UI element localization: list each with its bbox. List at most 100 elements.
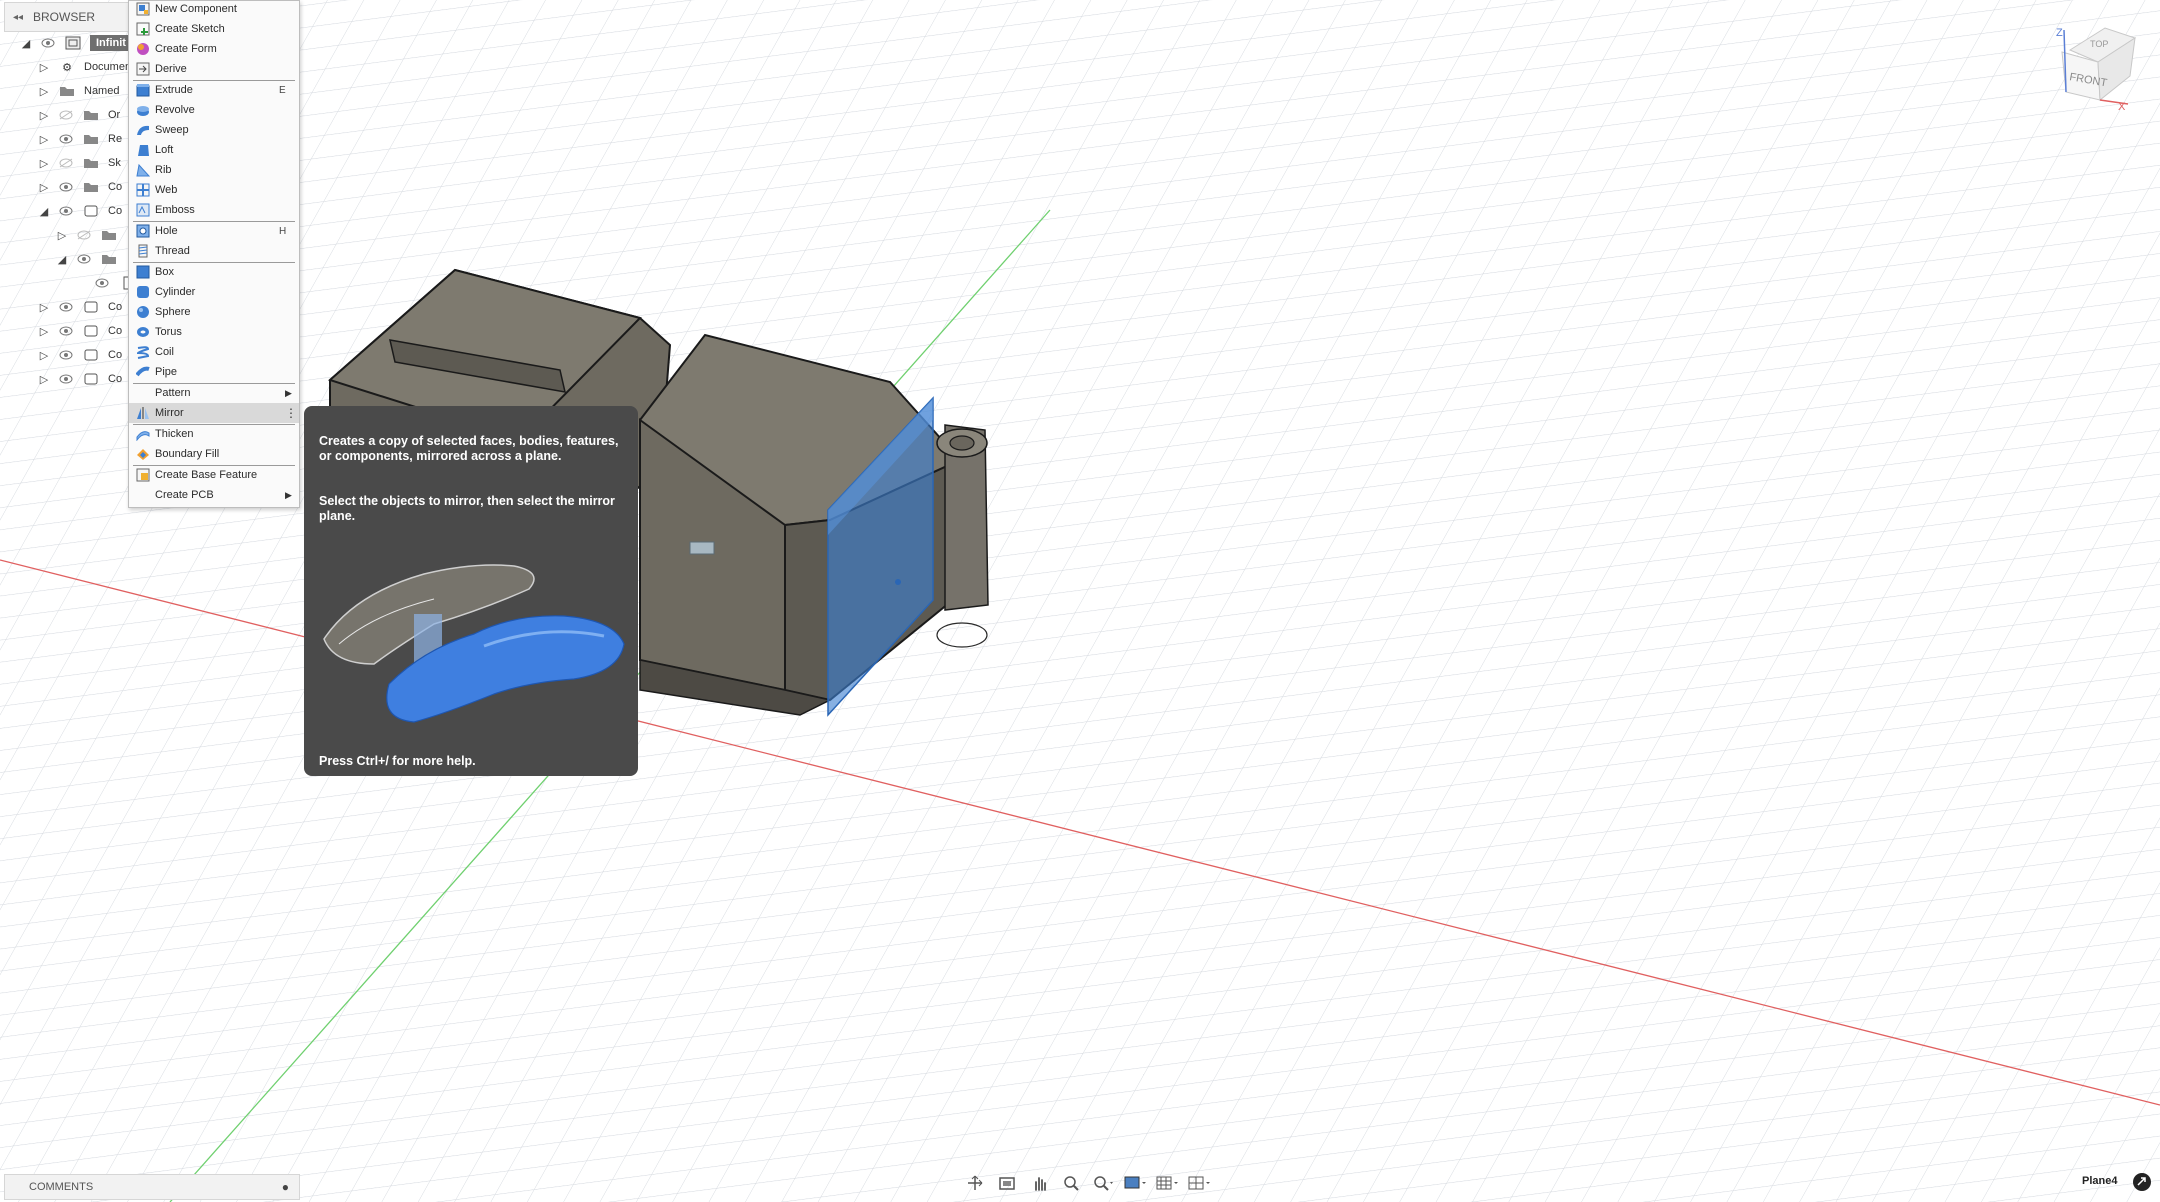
tree-label[interactable]: Co: [108, 349, 122, 361]
more-options-icon[interactable]: ⋮: [285, 406, 299, 420]
menu-item-revolve[interactable]: Revolve: [129, 100, 299, 120]
tree-row-root[interactable]: ◢ Infinit: [20, 32, 132, 54]
tree-label[interactable]: Co: [108, 373, 122, 385]
tree-row-references[interactable]: ▷ Re: [38, 128, 122, 150]
collapse-panel-icon[interactable]: [2132, 1172, 2152, 1197]
grid-settings-icon[interactable]: [1154, 1172, 1180, 1194]
collapse-browser-icon[interactable]: ◂◂: [9, 12, 27, 23]
menu-item-thread[interactable]: Thread: [129, 241, 299, 261]
tree-label[interactable]: Named: [84, 85, 119, 97]
expand-icon[interactable]: ▷: [38, 157, 50, 170]
torus-icon: [135, 324, 151, 340]
tree-label[interactable]: Co: [108, 301, 122, 313]
zoom-icon[interactable]: [1058, 1172, 1084, 1194]
menu-item-torus[interactable]: Torus: [129, 322, 299, 342]
eye-icon[interactable]: [94, 277, 110, 289]
eye-hidden-icon[interactable]: [58, 157, 74, 169]
browser-panel-header[interactable]: ◂◂ BROWSER: [4, 2, 132, 32]
tree-row-component[interactable]: ▷ Co: [38, 344, 122, 366]
menu-item-extrude[interactable]: Extrude E: [129, 80, 299, 100]
eye-icon[interactable]: [58, 133, 74, 145]
menu-item-web[interactable]: Web: [129, 180, 299, 200]
tree-label[interactable]: Sk: [108, 157, 121, 169]
menu-item-pattern[interactable]: Pattern ▶: [129, 383, 299, 403]
eye-hidden-icon[interactable]: [58, 109, 74, 121]
collapse-icon[interactable]: ◢: [20, 37, 32, 50]
eye-icon[interactable]: [58, 205, 74, 217]
menu-label: Sphere: [155, 306, 191, 318]
collapse-icon[interactable]: ◢: [56, 253, 68, 266]
tree-label-root[interactable]: Infinit: [90, 35, 132, 51]
eye-icon[interactable]: [40, 37, 56, 49]
tree-row-document-settings[interactable]: ▷ ⚙ Documen: [38, 56, 131, 78]
eye-icon[interactable]: [58, 349, 74, 361]
look-at-icon[interactable]: [994, 1172, 1020, 1194]
tree-row-component-expanded[interactable]: ◢ Co: [38, 200, 122, 222]
tree-row-component[interactable]: ▷ Co: [38, 296, 122, 318]
menu-item-mirror[interactable]: Mirror ⋮: [129, 403, 299, 423]
expand-icon[interactable]: ▷: [38, 85, 50, 98]
tree-label[interactable]: Co: [108, 325, 122, 337]
fit-icon[interactable]: [1090, 1172, 1116, 1194]
tree-row-origin[interactable]: ▷ Or: [38, 104, 120, 126]
menu-item-create-base-feature[interactable]: Create Base Feature: [129, 465, 299, 485]
tree-row-component[interactable]: ▷ Co: [38, 320, 122, 342]
expand-icon[interactable]: ▷: [56, 229, 68, 242]
menu-item-create-sketch[interactable]: Create Sketch: [129, 19, 299, 39]
tree-label[interactable]: Co: [108, 205, 122, 217]
collapse-icon[interactable]: ◢: [38, 205, 50, 218]
tree-row-component[interactable]: ▷ Co: [38, 368, 122, 390]
tree-row-sketches[interactable]: ▷ Sk: [38, 152, 121, 174]
tree-row-construction[interactable]: ▷ Co: [38, 176, 122, 198]
eye-hidden-icon[interactable]: [76, 229, 92, 241]
menu-label: Sweep: [155, 124, 189, 136]
eye-icon[interactable]: [58, 325, 74, 337]
menu-item-coil[interactable]: Coil: [129, 342, 299, 362]
sphere-icon: [135, 304, 151, 320]
eye-icon[interactable]: [58, 373, 74, 385]
eye-icon[interactable]: [58, 181, 74, 193]
expand-icon[interactable]: ▷: [38, 109, 50, 122]
sketch-marker[interactable]: [689, 541, 715, 555]
tree-label[interactable]: Or: [108, 109, 120, 121]
viewcube-top-label[interactable]: TOP: [2090, 39, 2108, 49]
eye-icon[interactable]: [76, 253, 92, 265]
tree-row-named-views[interactable]: ▷ Named: [38, 80, 120, 102]
tree-row-child-1[interactable]: ▷: [56, 224, 126, 246]
menu-item-emboss[interactable]: Emboss: [129, 200, 299, 220]
tree-label[interactable]: Co: [108, 181, 122, 193]
expand-icon[interactable]: ▷: [38, 301, 50, 314]
menu-item-pipe[interactable]: Pipe: [129, 362, 299, 382]
expand-icon[interactable]: ▷: [38, 325, 50, 338]
expand-icon[interactable]: ▷: [38, 373, 50, 386]
pan-icon[interactable]: [1026, 1172, 1052, 1194]
menu-item-derive[interactable]: Derive: [129, 59, 299, 79]
expand-icon[interactable]: ▷: [38, 133, 50, 146]
tree-label[interactable]: Documen: [84, 61, 131, 73]
viewports-icon[interactable]: [1186, 1172, 1212, 1194]
display-settings-icon[interactable]: [1122, 1172, 1148, 1194]
menu-item-thicken[interactable]: Thicken: [129, 424, 299, 444]
menu-item-cylinder[interactable]: Cylinder: [129, 282, 299, 302]
comments-panel[interactable]: COMMENTS ●: [4, 1174, 300, 1200]
menu-item-loft[interactable]: Loft: [129, 140, 299, 160]
tree-label[interactable]: Re: [108, 133, 122, 145]
menu-label: Rib: [155, 164, 172, 176]
orbit-icon[interactable]: [962, 1172, 988, 1194]
axis-z-label: Z: [2056, 27, 2063, 39]
menu-item-create-form[interactable]: Create Form: [129, 39, 299, 59]
tree-row-child-2[interactable]: ◢: [56, 248, 126, 270]
expand-icon[interactable]: ▷: [38, 181, 50, 194]
eye-icon[interactable]: [58, 301, 74, 313]
menu-item-sphere[interactable]: Sphere: [129, 302, 299, 322]
menu-item-rib[interactable]: Rib: [129, 160, 299, 180]
menu-item-boundary-fill[interactable]: Boundary Fill: [129, 444, 299, 464]
menu-item-sweep[interactable]: Sweep: [129, 120, 299, 140]
menu-item-hole[interactable]: Hole H: [129, 221, 299, 241]
menu-item-box[interactable]: Box: [129, 262, 299, 282]
add-comment-icon[interactable]: ●: [282, 1180, 289, 1194]
menu-item-create-pcb[interactable]: Create PCB ▶: [129, 485, 299, 505]
expand-icon[interactable]: ▷: [38, 349, 50, 362]
expand-icon[interactable]: ▷: [38, 61, 50, 74]
menu-item-new-component[interactable]: New Component: [129, 0, 299, 19]
